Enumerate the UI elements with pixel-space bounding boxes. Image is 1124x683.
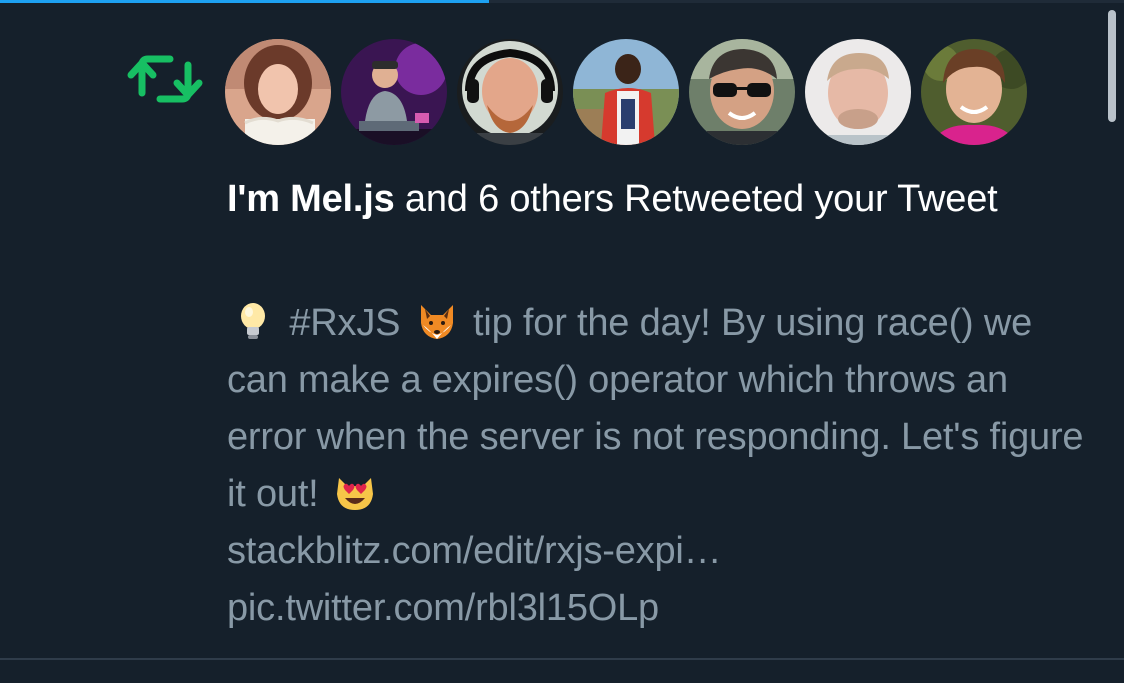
stackblitz-link[interactable]: stackblitz.com/edit/rxjs-expi… [227, 530, 722, 572]
avatar[interactable] [225, 39, 331, 145]
retweeter-name[interactable]: I'm Mel.js [227, 178, 395, 220]
notification-headline[interactable]: I'm Mel.js and 6 others Retweeted your T… [227, 171, 1067, 227]
avatar[interactable] [689, 39, 795, 145]
avatar[interactable] [341, 39, 447, 145]
tweet-text[interactable]: #RxJS tip for the day! By using race() w… [227, 295, 1087, 637]
lightbulb-emoji [231, 299, 275, 343]
fox-emoji [415, 299, 459, 343]
retweet-icon [126, 49, 204, 109]
avatar[interactable] [457, 39, 563, 145]
heart-eyes-cat-emoji [333, 470, 377, 514]
retweeter-avatars [225, 39, 1027, 145]
avatar[interactable] [921, 39, 1027, 145]
retweet-notification[interactable]: I'm Mel.js and 6 others Retweeted your T… [0, 3, 1124, 658]
avatar[interactable] [573, 39, 679, 145]
avatar[interactable] [805, 39, 911, 145]
hashtag-link[interactable]: #RxJS [289, 302, 400, 344]
pic-link[interactable]: pic.twitter.com/rbl3l15OLp [227, 587, 659, 629]
headline-text: and 6 others Retweeted your Tweet [394, 178, 998, 220]
divider [0, 658, 1124, 660]
